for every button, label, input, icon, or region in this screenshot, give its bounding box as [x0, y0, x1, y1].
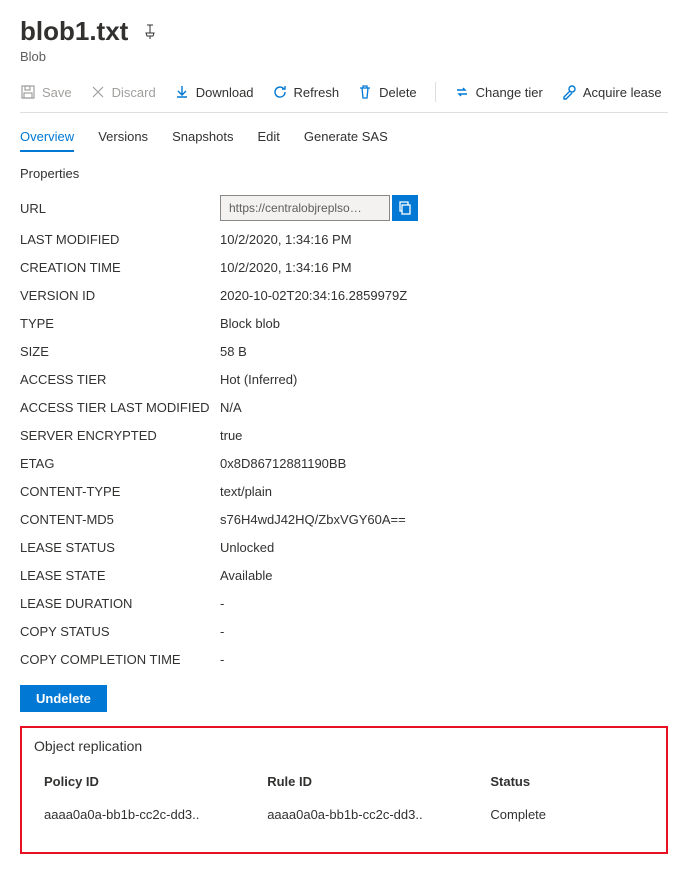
col-status: Status: [480, 768, 654, 801]
property-row: LAST MODIFIED 10/2/2020, 1:34:16 PM: [20, 225, 668, 253]
url-readonly-field[interactable]: https://centralobjreplso…: [220, 195, 390, 221]
tab-snapshots[interactable]: Snapshots: [172, 129, 233, 152]
download-icon: [174, 84, 190, 100]
property-label: COPY COMPLETION TIME: [20, 652, 220, 667]
property-value: Block blob: [220, 316, 280, 331]
property-label: LEASE STATUS: [20, 540, 220, 555]
property-label: ACCESS TIER: [20, 372, 220, 387]
property-row-url: URL https://centralobjreplso…: [20, 191, 668, 225]
toolbar-separator: [435, 82, 436, 102]
property-value: Hot (Inferred): [220, 372, 297, 387]
replication-table: Policy ID Rule ID Status aaaa0a0a-bb1b-c…: [34, 768, 654, 828]
property-row: ETAG 0x8D86712881190BB: [20, 449, 668, 477]
cell-rule-id: aaaa0a0a-bb1b-cc2c-dd3..: [257, 801, 480, 828]
property-value: Available: [220, 568, 273, 583]
tab-overview[interactable]: Overview: [20, 129, 74, 152]
property-row: SIZE 58 B: [20, 337, 668, 365]
property-label: TYPE: [20, 316, 220, 331]
property-row: SERVER ENCRYPTED true: [20, 421, 668, 449]
page-title: blob1.txt: [20, 16, 668, 47]
property-label: CONTENT-MD5: [20, 512, 220, 527]
refresh-icon: [272, 84, 288, 100]
property-label: URL: [20, 201, 220, 216]
save-icon: [20, 84, 36, 100]
col-policy-id: Policy ID: [34, 768, 257, 801]
property-label: SERVER ENCRYPTED: [20, 428, 220, 443]
property-label: LEASE DURATION: [20, 596, 220, 611]
property-row: VERSION ID 2020-10-02T20:34:16.2859979Z: [20, 281, 668, 309]
property-value: -: [220, 652, 224, 667]
tab-generate-sas[interactable]: Generate SAS: [304, 129, 388, 152]
property-value: 2020-10-02T20:34:16.2859979Z: [220, 288, 407, 303]
property-label: VERSION ID: [20, 288, 220, 303]
download-button[interactable]: Download: [174, 84, 254, 100]
delete-button[interactable]: Delete: [357, 84, 417, 100]
tab-edit[interactable]: Edit: [258, 129, 280, 152]
property-value: N/A: [220, 400, 242, 415]
property-label: SIZE: [20, 344, 220, 359]
property-label: ACCESS TIER LAST MODIFIED: [20, 400, 220, 415]
property-value: -: [220, 624, 224, 639]
object-replication-section: Object replication Policy ID Rule ID Sta…: [20, 726, 668, 854]
property-value: 0x8D86712881190BB: [220, 456, 346, 471]
save-button: Save: [20, 84, 72, 100]
delete-icon: [357, 84, 373, 100]
property-row: TYPE Block blob: [20, 309, 668, 337]
change-tier-button[interactable]: Change tier: [454, 84, 543, 100]
property-row: ACCESS TIER LAST MODIFIED N/A: [20, 393, 668, 421]
property-row: COPY COMPLETION TIME -: [20, 645, 668, 673]
property-value: 10/2/2020, 1:34:16 PM: [220, 260, 352, 275]
pin-icon[interactable]: [142, 24, 158, 40]
cell-policy-id: aaaa0a0a-bb1b-cc2c-dd3..: [34, 801, 257, 828]
property-value: Unlocked: [220, 540, 274, 555]
property-row: LEASE STATUS Unlocked: [20, 533, 668, 561]
table-row: aaaa0a0a-bb1b-cc2c-dd3.. aaaa0a0a-bb1b-c…: [34, 801, 654, 828]
discard-button: Discard: [90, 84, 156, 100]
property-value: s76H4wdJ42HQ/ZbxVGY60A==: [220, 512, 406, 527]
property-row: CONTENT-TYPE text/plain: [20, 477, 668, 505]
blob-name: blob1.txt: [20, 16, 128, 47]
property-value: 10/2/2020, 1:34:16 PM: [220, 232, 352, 247]
tab-bar: Overview Versions Snapshots Edit Generat…: [20, 129, 668, 152]
property-value: -: [220, 596, 224, 611]
copy-icon: [397, 200, 413, 216]
property-value: text/plain: [220, 484, 272, 499]
property-row: COPY STATUS -: [20, 617, 668, 645]
property-row: CONTENT-MD5 s76H4wdJ42HQ/ZbxVGY60A==: [20, 505, 668, 533]
properties-heading: Properties: [20, 166, 668, 181]
discard-icon: [90, 84, 106, 100]
property-row: CREATION TIME 10/2/2020, 1:34:16 PM: [20, 253, 668, 281]
property-label: COPY STATUS: [20, 624, 220, 639]
refresh-button[interactable]: Refresh: [272, 84, 340, 100]
property-label: LEASE STATE: [20, 568, 220, 583]
property-label: ETAG: [20, 456, 220, 471]
property-label: LAST MODIFIED: [20, 232, 220, 247]
property-row: LEASE STATE Available: [20, 561, 668, 589]
page-subtitle: Blob: [20, 49, 668, 64]
acquire-lease-button[interactable]: Acquire lease: [561, 84, 662, 100]
property-label: CREATION TIME: [20, 260, 220, 275]
property-label: CONTENT-TYPE: [20, 484, 220, 499]
copy-url-button[interactable]: [392, 195, 418, 221]
undelete-button[interactable]: Undelete: [20, 685, 107, 712]
replication-heading: Object replication: [34, 738, 654, 754]
change-tier-icon: [454, 84, 470, 100]
acquire-lease-icon: [561, 84, 577, 100]
toolbar: Save Discard Download Refresh Delete Cha…: [20, 74, 668, 113]
cell-status: Complete: [480, 801, 654, 828]
tab-versions[interactable]: Versions: [98, 129, 148, 152]
col-rule-id: Rule ID: [257, 768, 480, 801]
property-row: LEASE DURATION -: [20, 589, 668, 617]
properties-list: URL https://centralobjreplso… LAST MODIF…: [20, 191, 668, 673]
property-value: true: [220, 428, 242, 443]
property-value: 58 B: [220, 344, 247, 359]
property-row: ACCESS TIER Hot (Inferred): [20, 365, 668, 393]
